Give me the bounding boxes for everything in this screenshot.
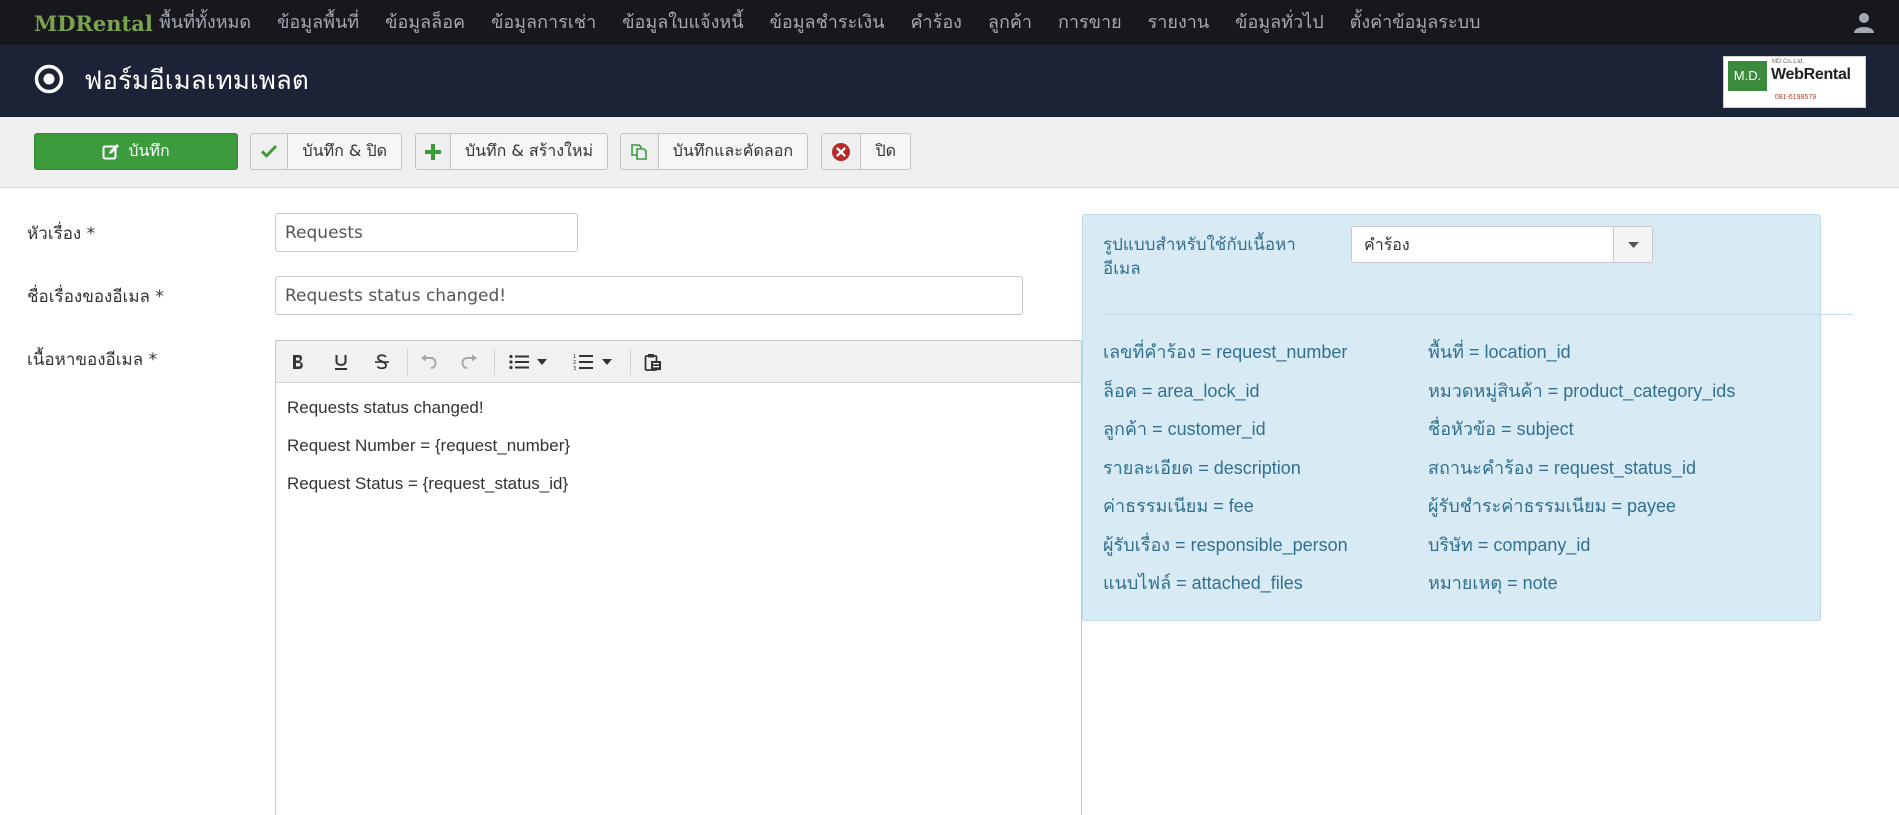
variable-item: หมวดหมู่สินค้า = product_category_ids [1428,380,1736,401]
nav-item-invoice-info[interactable]: ข้อมูลใบแจ้งหนี้ [609,0,756,45]
nav-item-lock-info[interactable]: ข้อมูลล็อค [372,0,478,45]
action-toolbar: บันทึก บันทึก & ปิด บันทึก & สร้างใหม่ บ… [0,117,1899,188]
undo-button[interactable] [416,349,442,375]
toolbar-separator [494,349,495,375]
variable-item: ชื่อหัวข้อ = subject [1428,419,1574,439]
nav-item-sales[interactable]: การขาย [1045,0,1135,45]
bullet-list-icon [509,354,529,370]
bold-button[interactable] [285,349,311,375]
nav-item-system-settings[interactable]: ตั้งค่าข้อมูลระบบ [1337,0,1494,45]
save-new-label: บันทึก & สร้างใหม่ [464,141,593,160]
bold-icon [293,355,303,369]
toolbar-separator [407,349,408,375]
template-format-label: รูปแบบสำหรับใช้กับเนื้อหาอีเมล [1103,235,1296,279]
logo-phone: 081-6198579 [1774,94,1817,101]
variable-item: ล็อค = area_lock_id [1103,380,1260,401]
editor-line: Requests status changed! [287,398,484,417]
company-logo: M.D. MD Co.,Ltd. WebRental 081-6198579 [1723,56,1866,108]
variable-item: รายละเอียด = description [1103,457,1301,478]
target-icon [34,64,64,94]
logo-md-block: M.D. [1728,61,1767,91]
bullet-list-dropdown[interactable] [529,349,555,375]
save-new-button[interactable]: บันทึก & สร้างใหม่ [415,133,608,170]
caret-down-icon [537,359,547,365]
nav-item-area-info[interactable]: ข้อมูลพื้นที่ [264,0,372,45]
template-format-select[interactable]: คำร้อง [1351,226,1653,263]
variable-item: ค่าธรรมเนียม = fee [1103,496,1254,516]
svg-text:3: 3 [573,366,576,371]
logo-company: MD Co.,Ltd. [1772,59,1805,65]
brand-link[interactable]: MDRental [34,0,153,45]
editor-line: Request Status = {request_status_id} [287,474,569,493]
nav-item-payment-info[interactable]: ข้อมูลชำระเงิน [757,0,898,45]
nav-item-general-info[interactable]: ข้อมูลทั่วไป [1222,0,1336,45]
editor-line: Request Number = {request_number} [287,436,571,455]
check-icon [251,134,289,169]
plus-icon [416,134,451,169]
user-icon [1854,13,1874,33]
variable-item: พื้นที่ = location_id [1428,342,1571,362]
variable-item: เลขที่คำร้อง = request_number [1103,342,1348,362]
select-caret [1613,227,1652,262]
underline-button[interactable] [328,349,354,375]
undo-icon [421,354,437,369]
editor-toolbar: 123 [276,341,1081,383]
save-copy-label: บันทึกและคัดลอก [672,141,793,160]
editor-content[interactable]: Requests status changed! Request Number … [276,383,1081,525]
save-close-label: บันทึก & ปิด [302,141,387,160]
numbered-list-icon: 123 [573,354,593,371]
numbered-list-dropdown[interactable] [594,349,620,375]
title-input[interactable] [275,213,578,252]
toolbar-separator [630,349,631,375]
variable-item: ลูกค้า = customer_id [1103,419,1266,439]
logo-name: WebRental [1771,66,1851,83]
body-label: เนื้อหาของอีเมล * [27,350,158,370]
redo-button[interactable] [456,349,482,375]
subject-label: ชื่อเรื่องของอีเมล * [27,287,164,307]
paste-button[interactable] [640,349,666,375]
paste-icon [644,354,661,371]
variable-item: แนบไฟล์ = attached_files [1103,573,1303,593]
strikethrough-icon [375,354,389,370]
page-title: ฟอร์มอีเมลเทมเพลต [84,66,309,96]
copy-icon [621,134,659,169]
underline-icon [335,355,347,370]
save-close-button[interactable]: บันทึก & ปิด [250,133,402,170]
caret-down-icon [1627,241,1639,248]
close-circle-icon [822,134,862,169]
save-copy-button[interactable]: บันทึกและคัดลอก [620,133,808,170]
save-button-label: บันทึก [128,141,170,160]
nav-item-customers[interactable]: ลูกค้า [975,0,1045,45]
top-navbar: MDRental พื้นที่ทั้งหมด ข้อมูลพื้นที่ ข้… [0,0,1899,45]
edit-icon [102,143,120,161]
page-header: ฟอร์มอีเมลเทมเพลต M.D. MD Co.,Ltd. WebRe… [0,45,1899,117]
strikethrough-button[interactable] [369,349,395,375]
variable-item: สถานะคำร้อง = request_status_id [1428,457,1696,478]
save-button[interactable]: บันทึก [34,133,238,170]
close-button[interactable]: ปิด [821,133,911,170]
nav-item-rental-info[interactable]: ข้อมูลการเช่า [478,0,609,45]
caret-down-icon [602,359,612,365]
variable-list: เลขที่คำร้อง = request_number พื้นที่ = … [1103,340,1803,596]
nav-item-reports[interactable]: รายงาน [1135,0,1223,45]
close-label: ปิด [875,141,896,160]
variable-item: บริษัท = company_id [1428,534,1591,555]
title-label: หัวเรื่อง * [27,224,96,244]
nav-item-all-areas[interactable]: พื้นที่ทั้งหมด [146,0,264,45]
template-format-value: คำร้อง [1364,235,1410,254]
panel-divider [1103,314,1853,315]
variable-item: ผู้รับชำระค่าธรรมเนียม = payee [1428,496,1677,516]
email-body-editor: 123 Requests status changed! Request Num… [275,340,1082,815]
variable-item: ผู้รับเรื่อง = responsible_person [1103,534,1348,555]
nav-item-requests[interactable]: คำร้อง [898,0,975,45]
numbered-list-button[interactable]: 123 [570,349,596,375]
variable-item: หมายเหตุ = note [1428,573,1558,593]
redo-icon [461,354,477,369]
user-menu-button[interactable] [1851,10,1877,36]
main-menu: พื้นที่ทั้งหมด ข้อมูลพื้นที่ ข้อมูลล็อค … [146,0,1493,45]
template-variables-panel: รูปแบบสำหรับใช้กับเนื้อหาอีเมล คำร้อง เล… [1082,214,1853,621]
subject-input[interactable] [275,276,1023,315]
